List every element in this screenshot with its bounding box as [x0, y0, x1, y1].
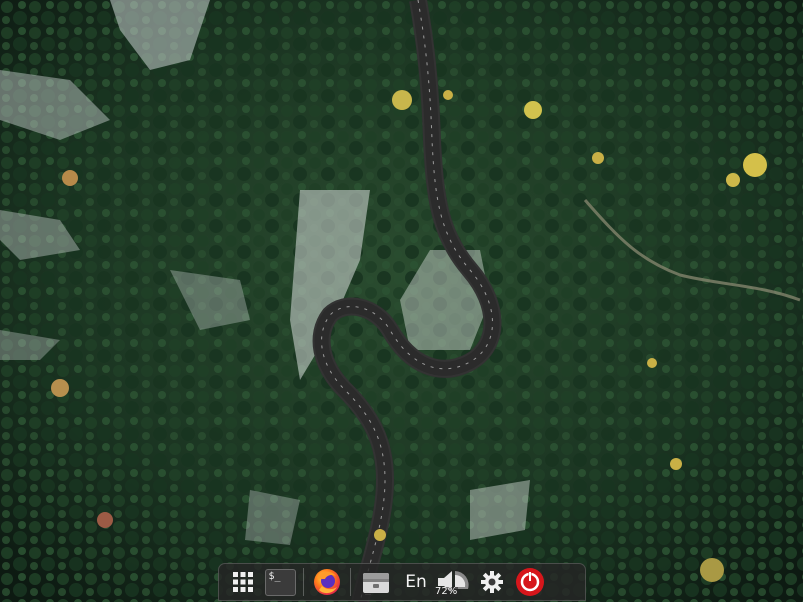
- app-grid-button[interactable]: [229, 566, 257, 598]
- terminal-icon: $_: [264, 568, 296, 596]
- settings-button[interactable]: [475, 566, 509, 598]
- volume-button[interactable]: 72%: [433, 566, 471, 598]
- svg-text:…: …: [365, 590, 371, 597]
- app-grid-icon: [233, 572, 253, 592]
- power-icon: [516, 568, 544, 596]
- terminal-icon-label: $_: [268, 570, 281, 582]
- taskbar-dock: $_ … En 72%: [218, 563, 586, 601]
- keyboard-layout-label: En: [405, 572, 427, 592]
- power-button[interactable]: [513, 566, 547, 598]
- terminal-button[interactable]: $_: [263, 566, 297, 598]
- firefox-button[interactable]: [310, 566, 344, 598]
- gear-icon: [481, 571, 503, 593]
- desktop-wallpaper: [0, 0, 803, 602]
- dock-separator: [303, 568, 304, 596]
- dock-separator: [350, 568, 351, 596]
- files-icon: …: [363, 573, 389, 597]
- firefox-icon: [314, 569, 340, 595]
- wallpaper-image: [0, 0, 803, 602]
- files-button[interactable]: …: [359, 566, 393, 598]
- volume-percent-label: 72%: [434, 586, 459, 597]
- keyboard-layout-indicator[interactable]: En: [401, 566, 431, 598]
